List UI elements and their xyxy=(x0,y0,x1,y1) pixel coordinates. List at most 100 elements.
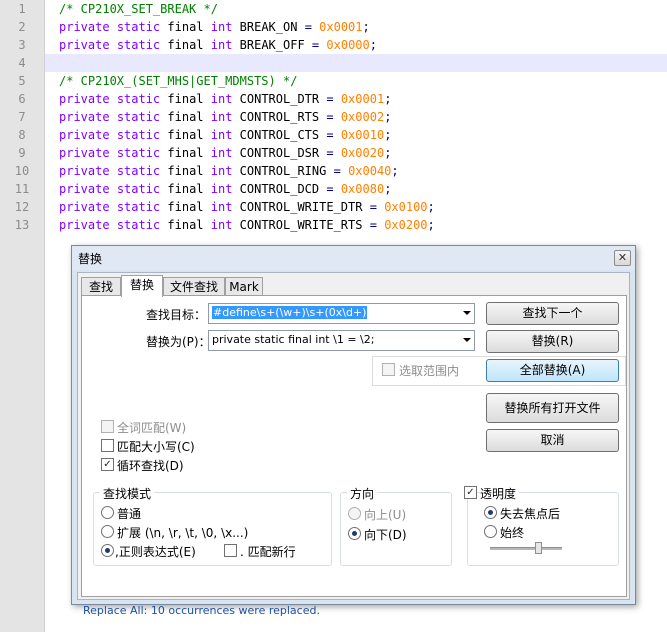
code-token: = xyxy=(326,146,334,160)
line-number: 3 xyxy=(18,38,26,52)
replace-pane: 查找目标： #define\s+(\w+)\s+(0x\d+) 查找下一个 替换… xyxy=(81,295,627,597)
match-case-checkbox[interactable] xyxy=(101,439,114,452)
code-token: CONTROL_DCD xyxy=(232,182,327,196)
code-token: ; xyxy=(369,38,377,52)
code-token: final xyxy=(160,110,211,124)
replace-input[interactable]: private static final int \1 = \2; xyxy=(208,330,475,351)
transparency-focus-radio[interactable] xyxy=(484,506,497,519)
tab-find[interactable]: 查找 xyxy=(81,277,121,296)
mode-regex-label: ,正则表达式(E) xyxy=(115,545,196,559)
code-token: private xyxy=(59,92,110,106)
code-token: private xyxy=(59,20,110,34)
dialog-titlebar[interactable]: 替换 ✕ xyxy=(72,246,635,270)
transparency-focus-label: 失去焦点后 xyxy=(500,507,561,521)
code-token: final xyxy=(160,38,211,52)
transparency-always-label: 始终 xyxy=(500,526,525,540)
find-input[interactable]: #define\s+(\w+)\s+(0x\d+) xyxy=(208,303,475,324)
dialog-title: 替换 xyxy=(78,252,103,266)
code-token: 0x0080 xyxy=(340,182,385,196)
code-token: ; xyxy=(384,182,392,196)
code-token: int xyxy=(210,110,233,124)
direction-up-radio[interactable] xyxy=(348,507,361,520)
code-token: static xyxy=(116,110,161,124)
code-token: 0x0000 xyxy=(326,38,370,52)
code-token: private xyxy=(59,182,110,196)
code-token: 0x0100 xyxy=(384,200,428,214)
code-token: 0x0001 xyxy=(340,92,385,106)
code-line[interactable]: /* CP210X_(SET_MHS|GET_MDMSTS) */ xyxy=(59,72,297,90)
code-token: private xyxy=(59,218,110,232)
code-token: 0x0001 xyxy=(319,20,363,34)
in-selection-checkbox[interactable] xyxy=(382,363,395,376)
dot-newline-checkbox[interactable] xyxy=(224,544,237,557)
code-token: /* CP210X_(SET_MHS|GET_MDMSTS) */ xyxy=(59,74,298,88)
tab-replace[interactable]: 替换 xyxy=(121,275,163,297)
code-line[interactable]: private static final int CONTROL_RING = … xyxy=(59,162,399,180)
code-token: int xyxy=(210,182,233,196)
code-line[interactable]: /* CP210X_SET_BREAK */ xyxy=(59,0,218,18)
replace-all-button[interactable]: 全部替换(A) xyxy=(486,359,619,382)
code-line[interactable]: private static final int BREAK_OFF = 0x0… xyxy=(59,36,377,54)
code-token: private xyxy=(59,164,110,178)
code-token: final xyxy=(160,20,211,34)
chevron-down-icon[interactable] xyxy=(463,311,471,315)
direction-down-radio[interactable] xyxy=(348,527,361,540)
mode-extended-radio[interactable] xyxy=(101,525,114,538)
close-icon[interactable]: ✕ xyxy=(614,250,631,266)
whole-word-checkbox[interactable] xyxy=(101,420,114,433)
mode-normal-radio[interactable] xyxy=(101,506,114,519)
line-number: 2 xyxy=(18,20,26,34)
code-token: ; xyxy=(427,200,435,214)
transparency-title: 透明度 xyxy=(480,485,520,502)
code-line[interactable]: private static final int CONTROL_DCD = 0… xyxy=(59,180,391,198)
code-line[interactable]: private static final int CONTROL_WRITE_D… xyxy=(59,198,435,216)
code-line[interactable]: private static final int CONTROL_DTR = 0… xyxy=(59,90,391,108)
replace-all-open-files-button[interactable]: 替换所有打开文件 xyxy=(486,393,619,423)
code-token: ; xyxy=(384,128,392,142)
code-token: static xyxy=(116,146,161,160)
tab-find-in-files[interactable]: 文件查找 xyxy=(163,277,225,296)
code-token: final xyxy=(160,218,211,232)
code-token: int xyxy=(210,218,233,232)
code-token: final xyxy=(160,128,211,142)
wrap-around-checkbox[interactable]: ✓ xyxy=(101,458,114,471)
code-token: int xyxy=(210,128,233,142)
code-line[interactable]: private static final int CONTROL_DSR = 0… xyxy=(59,144,391,162)
replace-button[interactable]: 替换(R) xyxy=(486,330,619,353)
transparency-slider-thumb[interactable] xyxy=(535,542,543,554)
code-token: static xyxy=(116,128,161,142)
whole-word-label: 全词匹配(W) xyxy=(117,421,187,435)
cancel-button[interactable]: 取消 xyxy=(486,429,619,452)
mode-regex-radio[interactable] xyxy=(101,544,114,557)
line-number: 4 xyxy=(18,56,26,70)
transparency-always-radio[interactable] xyxy=(484,525,497,538)
code-token: static xyxy=(116,38,161,52)
tab-mark[interactable]: Mark xyxy=(225,277,263,296)
find-next-button[interactable]: 查找下一个 xyxy=(486,302,619,325)
code-token: BREAK_ON xyxy=(232,20,305,34)
code-token: final xyxy=(160,182,211,196)
code-line[interactable]: private static final int BREAK_ON = 0x00… xyxy=(59,18,370,36)
code-line[interactable]: private static final int CONTROL_CTS = 0… xyxy=(59,126,391,144)
chevron-down-icon[interactable] xyxy=(463,338,471,342)
dialog-body: 查找 替换 文件查找 Mark 查找目标： #define\s+(\w+)\s+… xyxy=(77,272,630,617)
transparency-checkbox[interactable]: ✓ xyxy=(464,486,477,499)
transparency-slider[interactable] xyxy=(490,547,562,550)
code-token: BREAK_OFF xyxy=(232,38,312,52)
code-line[interactable]: private static final int CONTROL_WRITE_R… xyxy=(59,216,435,234)
code-line[interactable]: private static final int CONTROL_RTS = 0… xyxy=(59,108,391,126)
code-token: int xyxy=(210,200,233,214)
code-token: int xyxy=(210,20,233,34)
code-token: CONTROL_DTR xyxy=(232,92,327,106)
code-token: = xyxy=(326,110,334,124)
code-token: static xyxy=(116,92,161,106)
code-token: ; xyxy=(384,110,392,124)
code-token: int xyxy=(210,38,233,52)
